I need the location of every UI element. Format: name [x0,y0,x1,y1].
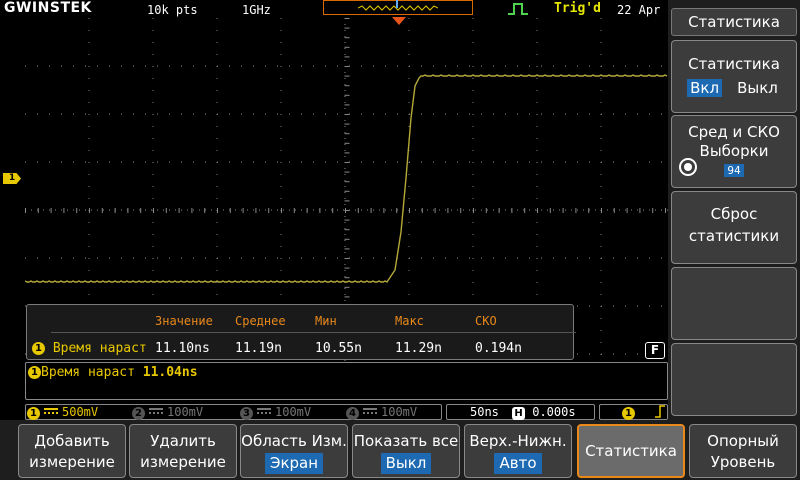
mean-stddev-samples-button[interactable]: Сред и СКО Выборки 94 [671,115,797,188]
ch2-badge: 2 [132,407,145,420]
statistics-on-option[interactable]: Вкл [687,79,723,97]
header-min: Мин [315,314,337,328]
ch1-badge: 1 [32,342,45,355]
remove-measurement-line2: измерение [140,453,226,471]
measurement-readout: 1 Время нараст 11.04ns [25,362,668,400]
add-measurement-line2: измерение [29,453,115,471]
memory-position-icon [396,0,398,8]
statistics-toggle-label: Статистика [688,55,780,73]
rising-edge-trigger-icon [508,3,528,15]
add-measurement-button[interactable]: Добавить измерение [18,424,126,478]
timebase-scale[interactable]: 50ns [470,405,499,419]
reset-statistics-button[interactable]: Сброс статистики [671,191,797,264]
header-value: Значение [155,314,213,328]
reference-level-button[interactable]: Опорный Уровень [689,424,797,478]
ch1-ground-marker[interactable]: 1 [3,173,21,184]
gating-button[interactable]: Область Изм. Экран [240,424,348,478]
trigger-position-marker[interactable] [392,17,406,25]
ch1-badge: 1 [27,407,40,420]
trigger-status: Trig'd [554,1,601,16]
ch3-scale-value: 100mV [275,405,312,419]
dc-coupling-icon [44,408,58,414]
dc-coupling-icon [363,408,377,414]
variable-knob-icon [679,158,697,176]
remove-measurement-button[interactable]: Удалить измерение [129,424,237,478]
ch1-scale[interactable]: 1 500mV [27,405,98,420]
dc-coupling-icon [257,408,271,414]
ch1-scale-value: 500mV [62,405,99,419]
ch3-badge: 3 [240,407,253,420]
statistics-button[interactable]: Статистика [577,424,685,478]
reference-level-line1: Опорный [707,432,779,450]
stat-stddev: 0.194n [475,341,522,356]
stat-row-label: 1 Время нараст [32,341,147,356]
bottom-menu: Добавить измерение Удалить измерение Обл… [0,420,800,480]
horizontal-icon: H [512,407,525,420]
trigger-source-badge: 1 [622,407,635,420]
samples-count: 94 [724,164,744,177]
divider [51,332,576,333]
measurement-item: 1 Время нараст 11.04ns [28,365,198,380]
reference-level-line2: Уровень [710,453,776,471]
statistics-panel: Значение Среднее Мин Макс СКО 1 Время на… [26,304,576,360]
display-all-value: Выкл [380,453,432,474]
statistics-off-option[interactable]: Выкл [734,79,781,97]
ch4-badge: 4 [346,407,359,420]
stat-min: 10.55n [315,341,362,356]
dc-coupling-icon [149,408,163,414]
top-status-bar: GWINSTEK 10k pts 1GHz Trig'd 22 Apr [0,0,668,18]
side-menu: Статистика Статистика Вкл Выкл Сред и СКО… [668,0,800,420]
side-button-empty-5[interactable] [671,343,797,416]
display-all-label: Показать все [353,432,459,450]
trigger-source[interactable]: 1 [622,405,666,420]
rising-slope-icon [655,405,666,418]
stat-mean: 11.19n [235,341,282,356]
samples-label: Выборки [699,142,769,160]
date-display: 22 Apr [617,3,661,17]
ch4-scale-value: 100mV [381,405,418,419]
statistics-toggle-button[interactable]: Статистика Вкл Выкл [671,40,797,113]
horizontal-position-value: 0.000s [532,405,576,419]
channel-status-row: 1 500mV 2 100mV 3 100mV 4 100mV 50ns H 0.000… [0,402,668,420]
high-low-button[interactable]: Верх.-Нижн. Авто [464,424,572,478]
ch1-badge: 1 [28,366,41,379]
ch2-scale-value: 100mV [167,405,204,419]
horizontal-position[interactable]: H 0.000s [512,405,576,420]
reset-label-line2: статистики [688,227,780,245]
stat-measurement-name: Время нараст [52,341,147,356]
header-max: Макс [395,314,424,328]
remove-measurement-line1: Удалить [150,432,216,450]
header-mean: Среднее [235,314,286,328]
side-button-empty-4[interactable] [671,267,797,340]
add-measurement-line1: Добавить [34,432,110,450]
high-low-value: Авто [494,453,542,474]
high-low-label: Верх.-Нижн. [469,432,567,450]
fine-adjust-icon: F [645,342,665,359]
ch3-scale[interactable]: 3 100mV [240,405,311,420]
ch2-scale[interactable]: 2 100mV [132,405,203,420]
gating-label: Область Изм. [241,432,347,450]
statistics-label: Статистика [585,442,677,460]
gating-value: Экран [264,453,324,474]
mean-stddev-label: Сред и СКО [688,123,780,141]
ch1-trace-line [25,74,668,283]
side-menu-title: Статистика [671,8,797,36]
display-all-button[interactable]: Показать все Выкл [352,424,460,478]
memory-bar [323,0,473,15]
ch4-scale[interactable]: 4 100mV [346,405,417,420]
stat-value: 11.10ns [155,341,210,356]
record-length: 10k pts [147,3,198,17]
sample-rate: 1GHz [242,3,271,17]
header-stddev: СКО [475,314,497,328]
stat-max: 11.29n [395,341,442,356]
measurement-name: Время нараст [41,365,135,380]
brand-logo: GWINSTEK [4,0,92,16]
reset-label-line1: Сброс [710,205,758,223]
measurement-value: 11.04ns [142,365,198,380]
